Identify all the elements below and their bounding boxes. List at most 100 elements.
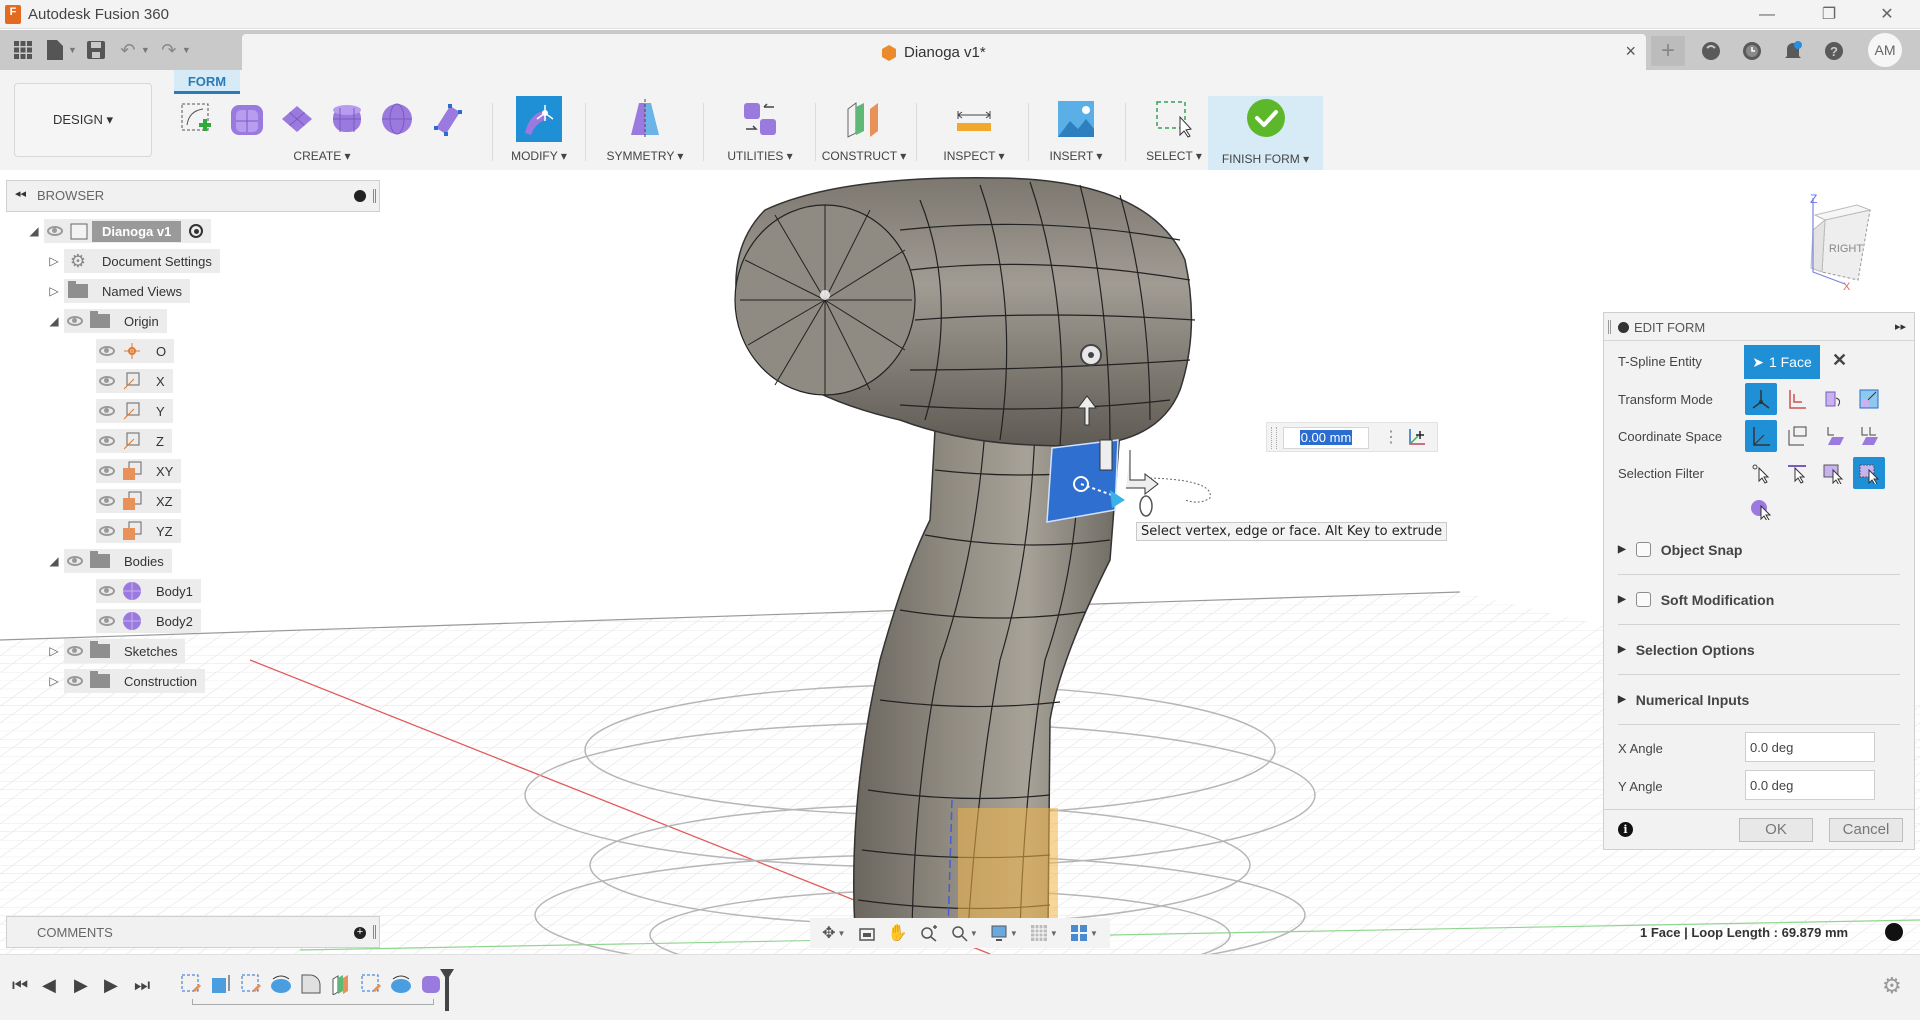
- finish-form-menu[interactable]: FINISH FORM ▾: [1208, 152, 1323, 166]
- expand-arrow-icon[interactable]: ▷: [44, 284, 64, 298]
- tree-item-body[interactable]: Origin: [64, 309, 167, 333]
- browser-tree-item[interactable]: O: [96, 338, 175, 364]
- finish-form-check-icon[interactable]: [1246, 98, 1286, 138]
- panel-resize-handle[interactable]: [373, 925, 376, 939]
- section-numerical-inputs[interactable]: ▶ Numerical Inputs: [1618, 675, 1900, 725]
- y-angle-input[interactable]: [1745, 770, 1875, 800]
- file-dropdown-icon[interactable]: ▼: [68, 45, 77, 55]
- tspline-entity-selection[interactable]: ➤ 1 Face: [1744, 345, 1820, 379]
- section-expand-icon[interactable]: ▶: [1618, 644, 1626, 655]
- dialog-collapse-icon[interactable]: [1618, 322, 1629, 333]
- create-box-icon[interactable]: [227, 99, 267, 139]
- timeline-feature-sketch-icon[interactable]: [240, 973, 262, 995]
- close-tab-button[interactable]: ×: [1625, 41, 1636, 62]
- visibility-eye-icon[interactable]: [96, 490, 118, 512]
- redo-icon[interactable]: ↷: [156, 37, 182, 63]
- timeline-settings-gear-icon[interactable]: ⚙: [1882, 973, 1902, 999]
- collapse-browser-icon[interactable]: ◂◂: [15, 187, 26, 200]
- visibility-eye-icon[interactable]: [96, 400, 118, 422]
- play-icon[interactable]: ▶: [74, 975, 88, 996]
- notifications-icon[interactable]: [1776, 36, 1810, 66]
- browser-tree-item[interactable]: ▷ Construction: [44, 668, 205, 694]
- section-expand-icon[interactable]: ▶: [1618, 544, 1626, 555]
- symmetry-menu[interactable]: SYMMETRY ▾: [592, 149, 698, 163]
- create-sphere-icon[interactable]: [377, 99, 417, 139]
- expand-arrow-icon[interactable]: ▷: [44, 644, 64, 658]
- pan-icon[interactable]: ✋: [888, 923, 908, 943]
- filter-body-icon[interactable]: [1745, 493, 1777, 525]
- section-object-snap[interactable]: ▶ Object Snap: [1618, 525, 1900, 575]
- browser-tree-item[interactable]: YZ: [96, 518, 181, 544]
- inspect-menu[interactable]: INSPECT ▾: [924, 149, 1024, 163]
- visibility-eye-icon[interactable]: [64, 640, 86, 662]
- collapse-arrow-icon[interactable]: ◢: [44, 554, 64, 568]
- timeline-feature-plane-icon[interactable]: [330, 973, 352, 996]
- go-to-end-icon[interactable]: ⏭: [134, 975, 150, 996]
- browser-tree-item[interactable]: XZ: [96, 488, 181, 514]
- visibility-eye-icon[interactable]: [96, 460, 118, 482]
- close-window-button[interactable]: ✕: [1864, 0, 1910, 29]
- timeline-feature-extrude-icon[interactable]: [210, 973, 232, 995]
- look-at-icon[interactable]: [858, 924, 876, 942]
- step-forward-icon[interactable]: ▶: [104, 975, 118, 996]
- transform-scale-icon[interactable]: [1853, 383, 1885, 415]
- construct-plane-icon[interactable]: [844, 99, 884, 139]
- more-options-icon[interactable]: ⋮: [1383, 427, 1399, 447]
- expand-arrow-icon[interactable]: ▷: [44, 674, 64, 688]
- create-plane-icon[interactable]: [277, 99, 317, 139]
- job-status-icon[interactable]: [1735, 36, 1769, 66]
- display-settings-icon[interactable]: ▼: [990, 924, 1018, 942]
- cancel-button[interactable]: Cancel: [1829, 818, 1903, 842]
- minimize-button[interactable]: —: [1744, 0, 1790, 29]
- visibility-eye-icon[interactable]: [96, 580, 118, 602]
- user-avatar[interactable]: AM: [1868, 33, 1902, 67]
- ok-button[interactable]: OK: [1739, 818, 1813, 842]
- visibility-eye-icon[interactable]: [96, 610, 118, 632]
- browser-tree-item[interactable]: Z: [96, 428, 172, 454]
- tree-item-body[interactable]: Named Views: [64, 279, 190, 303]
- undo-dropdown-icon[interactable]: ▼: [141, 45, 150, 55]
- file-icon[interactable]: [42, 37, 68, 63]
- transform-rotate-icon[interactable]: [1817, 383, 1849, 415]
- visibility-eye-icon[interactable]: [96, 340, 118, 362]
- comments-panel-header[interactable]: COMMENTS +: [6, 916, 380, 948]
- tree-item-body[interactable]: YZ: [96, 519, 181, 543]
- visibility-eye-icon[interactable]: [96, 520, 118, 542]
- browser-tree-item[interactable]: Body1: [96, 578, 201, 604]
- tab-form[interactable]: FORM: [174, 70, 240, 94]
- new-tab-button[interactable]: +: [1651, 36, 1685, 66]
- select-window-icon[interactable]: [1154, 99, 1194, 139]
- dialog-resize-handle[interactable]: [1608, 320, 1611, 334]
- create-face-icon[interactable]: [427, 99, 467, 139]
- apps-grid-icon[interactable]: [10, 37, 36, 63]
- tree-item-body[interactable]: Body1: [96, 579, 201, 603]
- fit-icon[interactable]: ▼: [950, 924, 978, 942]
- timeline-feature-sketch-icon[interactable]: [180, 973, 202, 995]
- tree-item-body[interactable]: Y: [96, 399, 173, 423]
- edit-form-icon[interactable]: [516, 96, 562, 142]
- x-angle-input[interactable]: [1745, 732, 1875, 762]
- browser-panel-header[interactable]: ◂◂ BROWSER: [6, 180, 380, 212]
- activate-component-icon[interactable]: [189, 224, 204, 238]
- section-selection-options[interactable]: ▶ Selection Options: [1618, 625, 1900, 675]
- tree-item-body[interactable]: XY: [96, 459, 182, 483]
- collapse-arrow-icon[interactable]: ◢: [24, 224, 44, 238]
- browser-tree-item[interactable]: ▷ Sketches: [44, 638, 186, 664]
- create-cylinder-icon[interactable]: [327, 99, 367, 139]
- browser-tree-item[interactable]: ▷ Named Views: [44, 278, 190, 304]
- pivot-icon[interactable]: [1407, 427, 1427, 452]
- expand-dialog-icon[interactable]: ▸▸: [1895, 320, 1906, 333]
- world-space-icon[interactable]: [1745, 420, 1777, 452]
- per-entity-space-icon[interactable]: [1853, 420, 1885, 452]
- visibility-eye-icon[interactable]: [64, 310, 86, 332]
- browser-minimize-icon[interactable]: [354, 190, 366, 202]
- add-comment-icon[interactable]: +: [354, 927, 366, 939]
- timeline-feature-sketch-icon[interactable]: [360, 973, 382, 995]
- measure-icon[interactable]: [954, 99, 994, 139]
- tree-item-body[interactable]: O: [96, 339, 175, 363]
- tree-item-body[interactable]: XZ: [96, 489, 181, 513]
- browser-tree-item[interactable]: X: [96, 368, 173, 394]
- workspace-switcher[interactable]: DESIGN ▾: [14, 83, 152, 157]
- transform-translate-icon[interactable]: [1781, 383, 1813, 415]
- browser-tree-item[interactable]: ▷ ⚙ Document Settings: [44, 248, 220, 274]
